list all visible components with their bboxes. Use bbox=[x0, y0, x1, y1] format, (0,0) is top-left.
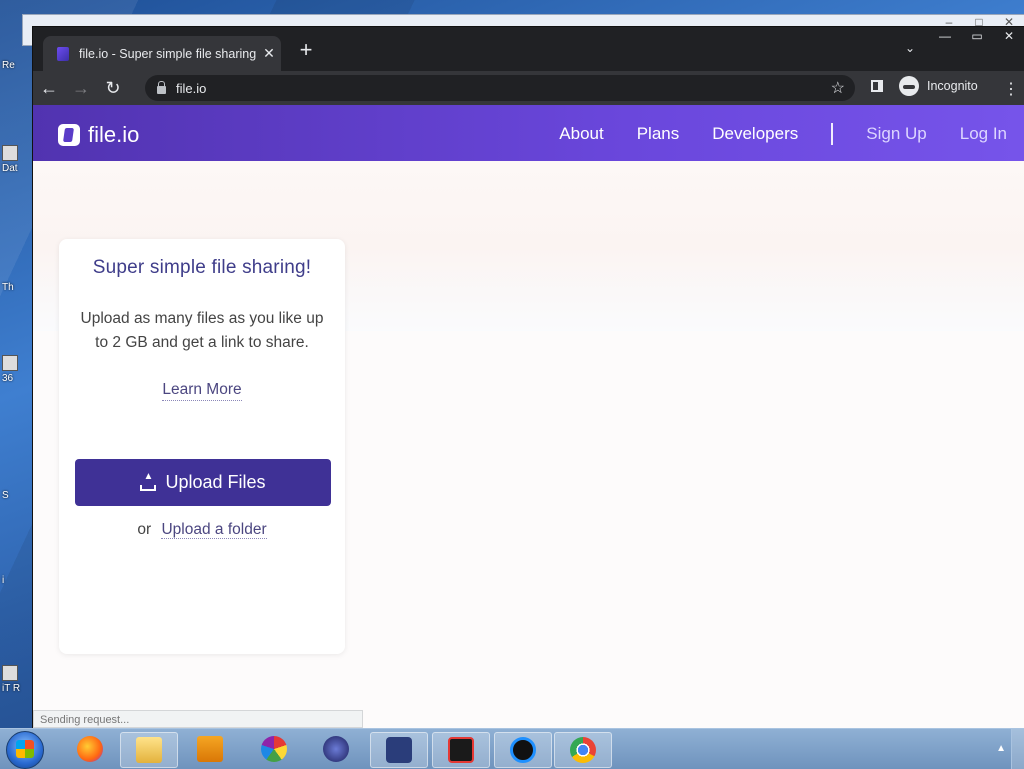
desktop-icon-label: iT R bbox=[2, 683, 21, 694]
upload-card: Super simple file sharing! Upload as man… bbox=[59, 239, 345, 654]
taskbar: ▲ bbox=[0, 728, 1024, 769]
card-description: Upload as many files as you like up to 2… bbox=[80, 310, 324, 351]
desktop-icon-2[interactable]: Dat bbox=[2, 145, 24, 174]
window-controls: — ▭ ✕ bbox=[929, 27, 1024, 47]
favicon-icon bbox=[57, 46, 69, 61]
taskbar-screen-recorder[interactable] bbox=[432, 732, 490, 768]
maximize-icon[interactable]: ▭ bbox=[961, 27, 993, 47]
learn-more-link[interactable]: Learn More bbox=[162, 381, 242, 401]
windows-logo-icon bbox=[16, 740, 34, 758]
tab-fileio[interactable]: file.io - Super simple file sharing ✕ bbox=[43, 36, 281, 71]
nav-divider bbox=[831, 123, 834, 145]
taskbar-ccleaner[interactable] bbox=[494, 732, 552, 768]
tray-expand-icon[interactable]: ▲ bbox=[996, 743, 1006, 754]
url-text[interactable]: file.io bbox=[176, 81, 831, 96]
taskbar-app-store[interactable] bbox=[308, 732, 364, 766]
incognito-icon bbox=[899, 76, 919, 96]
chrome-icon bbox=[570, 737, 596, 763]
desktop-icon-label: 36 bbox=[2, 373, 14, 384]
card-title: Super simple file sharing! bbox=[92, 257, 312, 278]
lock-icon[interactable] bbox=[157, 81, 166, 94]
minimize-icon[interactable]: — bbox=[929, 27, 961, 47]
bookmark-star-icon[interactable]: ☆ bbox=[831, 78, 845, 98]
taskbar-screen-tool[interactable] bbox=[370, 732, 428, 768]
upload-folder-link[interactable]: Upload a folder bbox=[161, 521, 267, 539]
upload-files-label: Upload Files bbox=[165, 472, 266, 492]
reload-icon[interactable]: ↻ bbox=[97, 78, 129, 99]
store-icon bbox=[323, 736, 349, 762]
taskbar-photos[interactable] bbox=[246, 732, 302, 766]
app-icon bbox=[2, 355, 18, 371]
media-player-icon bbox=[197, 736, 223, 762]
logo-text: file.io bbox=[88, 122, 140, 147]
browser-toolbar: ← → ↻ file.io ☆ Incognito ⋮ bbox=[33, 71, 1024, 105]
show-desktop-button[interactable] bbox=[1011, 729, 1024, 769]
folder-upload-row: or Upload a folder bbox=[59, 521, 345, 539]
upload-icon bbox=[140, 471, 157, 491]
address-bar[interactable]: file.io ☆ bbox=[145, 75, 855, 101]
app-icon bbox=[2, 145, 18, 161]
app-icon bbox=[2, 665, 18, 681]
nav-plans[interactable]: Plans bbox=[637, 124, 680, 144]
more-menu-icon[interactable]: ⋮ bbox=[1003, 79, 1019, 99]
site-navbar: file.io About Plans Developers Sign Up L… bbox=[33, 105, 1024, 161]
tab-search-chevron-icon[interactable]: ⌄ bbox=[905, 41, 915, 55]
desktop-icon-label: Th bbox=[2, 282, 14, 293]
back-arrow-icon[interactable]: ← bbox=[33, 78, 65, 99]
status-bubble: Sending request... bbox=[33, 710, 363, 728]
desktop-icon-3[interactable]: Th bbox=[2, 282, 24, 293]
site-logo[interactable]: file.io bbox=[58, 122, 139, 148]
taskbar-media-player[interactable] bbox=[182, 732, 238, 766]
incognito-label: Incognito bbox=[927, 79, 978, 93]
desktop-icon-label: i bbox=[2, 575, 5, 586]
tab-close-icon[interactable]: ✕ bbox=[257, 45, 281, 62]
firefox-icon bbox=[77, 736, 103, 762]
desktop-icon-6[interactable]: i bbox=[2, 575, 24, 586]
desktop-icon-label: Dat bbox=[2, 163, 18, 174]
close-icon[interactable]: ✕ bbox=[993, 27, 1024, 47]
nav-log-in[interactable]: Log In bbox=[960, 124, 1007, 144]
recorder-icon bbox=[448, 737, 474, 763]
taskbar-explorer[interactable] bbox=[120, 732, 178, 768]
upload-files-button[interactable]: Upload Files bbox=[75, 459, 331, 506]
incognito-profile-button[interactable]: Incognito bbox=[899, 76, 978, 96]
desktop-icon-label: Re bbox=[2, 60, 15, 71]
desktop-icon-label: S bbox=[2, 490, 9, 501]
start-button[interactable] bbox=[6, 731, 44, 769]
nav-links: About Plans Developers Sign Up Log In bbox=[526, 123, 1007, 145]
forward-arrow-icon[interactable]: → bbox=[65, 78, 97, 99]
pinwheel-icon bbox=[261, 736, 287, 762]
new-tab-button[interactable]: + bbox=[295, 39, 317, 61]
nav-developers[interactable]: Developers bbox=[712, 124, 798, 144]
fileio-logo-icon bbox=[58, 124, 80, 146]
desktop-icon-4[interactable]: 36 bbox=[2, 355, 24, 384]
tab-strip: file.io - Super simple file sharing ✕ + … bbox=[33, 27, 1024, 71]
screen-tool-icon bbox=[386, 737, 412, 763]
folder-icon bbox=[136, 737, 162, 763]
or-text: or bbox=[137, 521, 152, 538]
taskbar-firefox[interactable] bbox=[62, 732, 118, 766]
tab-title: file.io - Super simple file sharing bbox=[79, 46, 257, 61]
side-panel-icon[interactable] bbox=[871, 80, 883, 92]
desktop-icon-7[interactable]: iT R bbox=[2, 665, 24, 694]
ccleaner-icon bbox=[510, 737, 536, 763]
desktop-icon-5[interactable]: S bbox=[2, 490, 24, 501]
taskbar-chrome[interactable] bbox=[554, 732, 612, 768]
nav-about[interactable]: About bbox=[559, 124, 603, 144]
browser-window: file.io - Super simple file sharing ✕ + … bbox=[32, 26, 1024, 730]
page-content: file.io About Plans Developers Sign Up L… bbox=[33, 105, 1024, 729]
nav-sign-up[interactable]: Sign Up bbox=[866, 124, 926, 144]
desktop-icon-1[interactable]: Re bbox=[2, 60, 24, 71]
